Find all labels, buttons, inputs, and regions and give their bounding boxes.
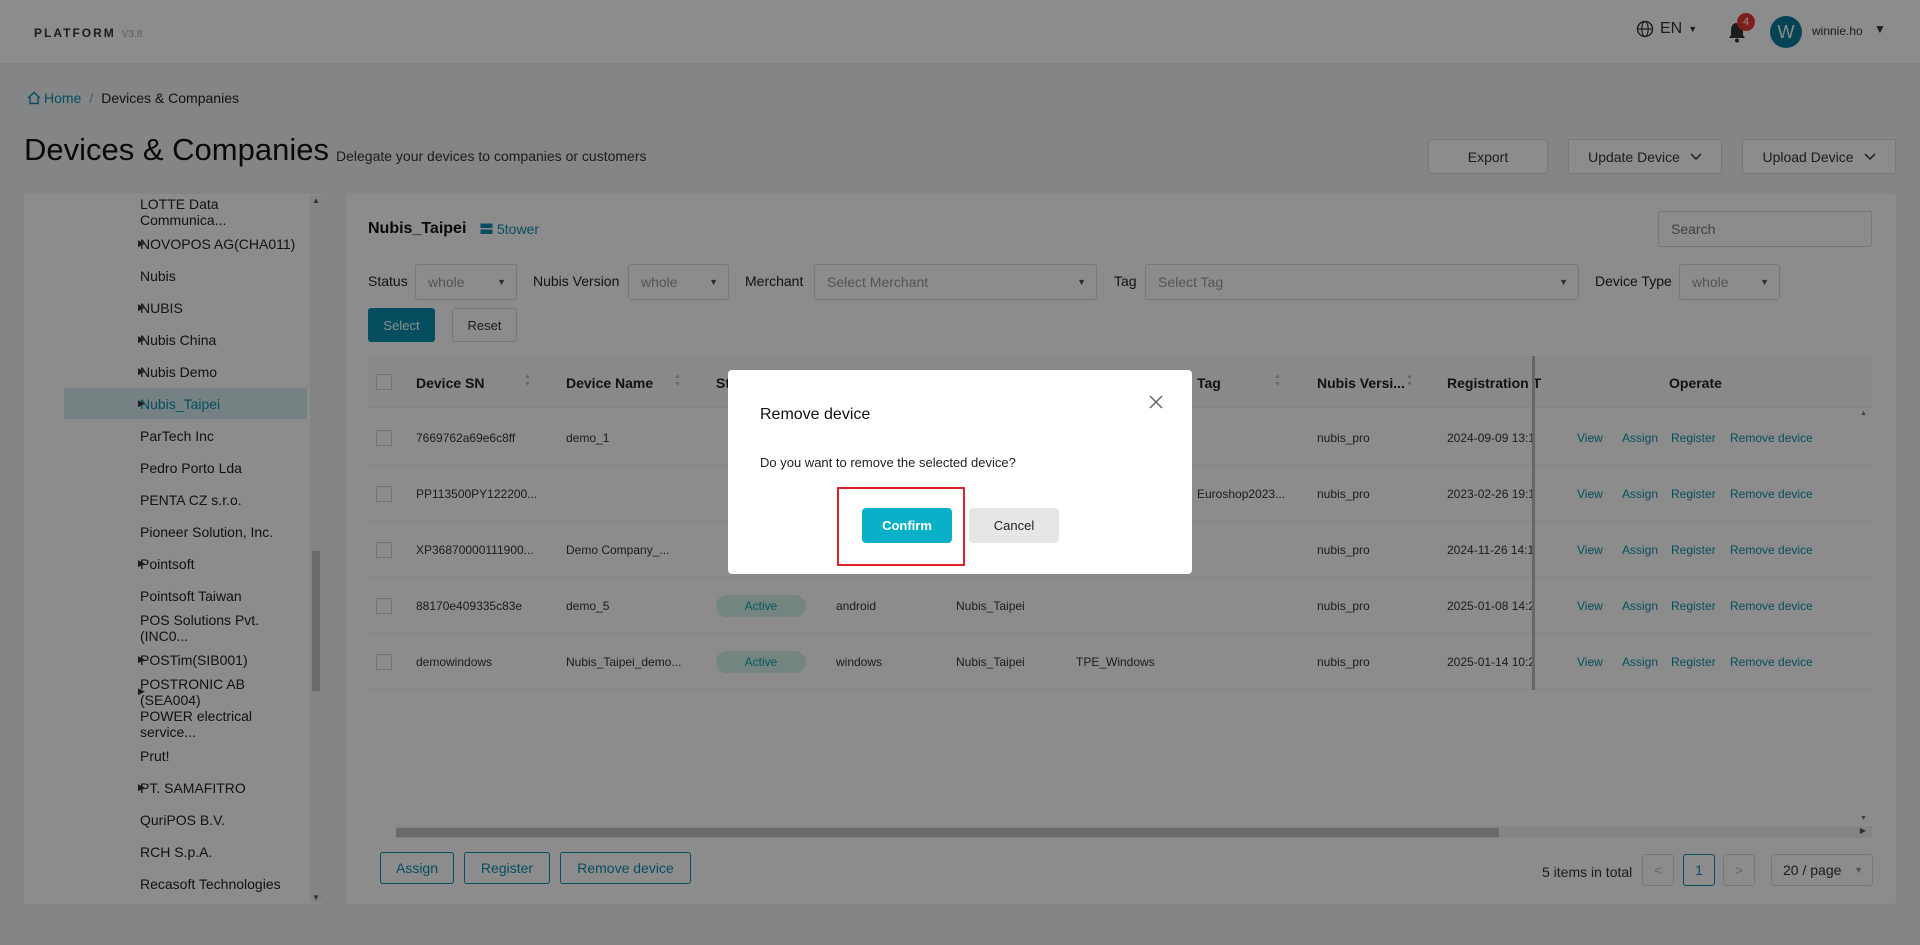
cancel-button[interactable]: Cancel (969, 508, 1059, 543)
dialog-title: Remove device (760, 406, 871, 423)
confirm-highlight-box (837, 487, 965, 566)
dialog-message: Do you want to remove the selected devic… (760, 455, 1016, 470)
close-icon[interactable] (1144, 390, 1168, 414)
remove-device-dialog: Remove device Do you want to remove the … (728, 370, 1192, 574)
